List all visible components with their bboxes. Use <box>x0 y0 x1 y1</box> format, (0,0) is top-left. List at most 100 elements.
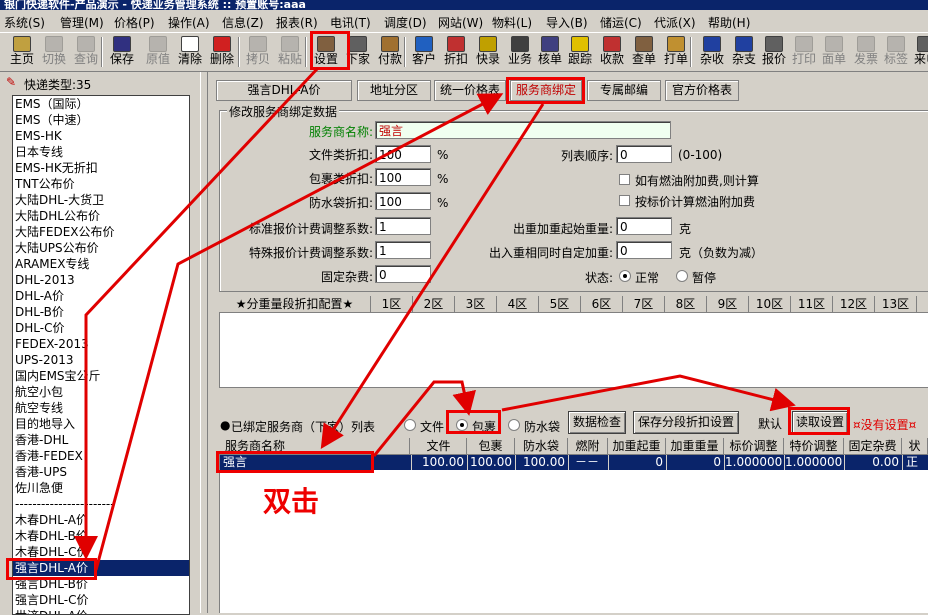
list-item[interactable]: 目的地导入 <box>15 416 75 432</box>
list-item[interactable]: DHL-B价 <box>15 304 64 320</box>
fuel-surcharge-checkbox[interactable] <box>619 174 630 185</box>
menu-item[interactable]: 调度(D) <box>384 14 427 31</box>
order-field[interactable]: 0 <box>616 145 672 163</box>
list-item[interactable]: 木春DHL-C价 <box>15 544 88 560</box>
toolbar-button-22[interactable]: 杂支 <box>730 35 758 69</box>
menu-item[interactable]: 代派(X) <box>654 14 696 31</box>
menu-item[interactable]: 电讯(T) <box>330 14 371 31</box>
bound-table[interactable] <box>219 455 928 613</box>
list-item[interactable]: 香港-UPS <box>15 464 67 480</box>
provider-name-field[interactable]: 强言 <box>375 121 671 139</box>
toolbar-button-16[interactable]: 核单 <box>536 35 564 69</box>
toolbar-button-9[interactable]: 设置 <box>312 35 340 69</box>
wp-discount-field[interactable]: 100 <box>375 192 431 210</box>
column-header[interactable]: 加重重量 <box>666 438 724 454</box>
toolbar-button-14[interactable]: 快录 <box>474 35 502 69</box>
menu-item[interactable]: 帮助(H) <box>708 14 750 31</box>
segment-discount-grid[interactable] <box>219 313 928 388</box>
list-item[interactable]: UPS-2013 <box>15 352 74 368</box>
status-pause-radio[interactable] <box>676 270 688 282</box>
column-header[interactable]: 燃附 <box>568 438 608 454</box>
spec-coef-field[interactable]: 1 <box>375 241 431 259</box>
list-item[interactable]: 佐川急便 <box>15 480 63 496</box>
status-normal-radio[interactable] <box>619 270 631 282</box>
courier-type-list[interactable]: EMS（国际） EMS（中速） EMS-HK 日本专线 EMS-HK无折扣 TNT公布价大… <box>12 95 190 615</box>
list-item[interactable]: 强言DHL-B价 <box>15 576 88 592</box>
list-item[interactable]: 强言DHL-C价 <box>15 592 88 608</box>
list-item[interactable]: EMS-HK <box>15 128 62 144</box>
list-item[interactable]: ----------------------- <box>15 496 115 512</box>
tab-current-price[interactable]: 强言DHL-A价 <box>216 80 352 101</box>
list-item[interactable]: DHL-C价 <box>15 320 64 336</box>
list-item[interactable]: 强言DHL-A价 <box>13 560 189 576</box>
menu-item[interactable]: 报表(R) <box>276 14 318 31</box>
list-item[interactable]: EMS（中速） <box>15 112 89 128</box>
column-header[interactable]: 特价调整 <box>784 438 844 454</box>
list-item[interactable]: 大陆DHL-大货卫 <box>15 192 104 208</box>
menu-item[interactable]: 导入(B) <box>546 14 588 31</box>
list-item[interactable]: 木春DHL-B价 <box>15 528 88 544</box>
list-item[interactable]: FEDEX-2013 <box>15 336 89 352</box>
toolbar-button-3[interactable]: 保存 <box>108 35 136 69</box>
toolbar-button-15[interactable]: 业务 <box>506 35 534 69</box>
menu-item[interactable]: 操作(A) <box>168 14 210 31</box>
toolbar-button-28[interactable]: 来电 <box>912 35 928 69</box>
list-item[interactable]: EMS（国际） <box>15 96 89 112</box>
toolbar-button-20[interactable]: 打单 <box>662 35 690 69</box>
column-header[interactable]: 标价调整 <box>724 438 784 454</box>
toolbar-button-5[interactable]: 清除 <box>176 35 204 69</box>
pkg-discount-field[interactable]: 100 <box>375 168 431 186</box>
column-header[interactable]: 状 <box>902 438 928 454</box>
doc-radio[interactable] <box>404 419 416 431</box>
save-segment-button[interactable]: 保存分段折扣设置 <box>633 411 739 434</box>
menu-item[interactable]: 价格(P) <box>114 14 155 31</box>
toolbar-button-17[interactable]: 跟踪 <box>566 35 594 69</box>
list-item[interactable]: DHL-A价 <box>15 288 64 304</box>
toolbar-button-18[interactable]: 收款 <box>598 35 626 69</box>
quote-fuel-checkbox[interactable] <box>619 195 630 206</box>
tab-unified-price[interactable]: 统一价格表 <box>434 80 506 101</box>
menu-item[interactable]: 管理(M) <box>60 14 104 31</box>
doc-discount-field[interactable]: 100 <box>375 145 431 163</box>
toolbar-button-10[interactable]: 下家 <box>344 35 372 69</box>
list-item[interactable]: 日本专线 <box>15 144 63 160</box>
column-header[interactable]: 固定杂费 <box>844 438 902 454</box>
toolbar-button-11[interactable]: 付款 <box>376 35 404 69</box>
default-button[interactable]: 默认 <box>758 415 782 432</box>
list-item[interactable]: 木春DHL-A价 <box>15 512 88 528</box>
list-item[interactable]: 大陆FEDEX公布价 <box>15 224 115 240</box>
menu-item[interactable]: 信息(Z) <box>222 14 264 31</box>
inout-field[interactable]: 0 <box>616 241 672 259</box>
read-settings-button[interactable]: 读取设置 <box>792 411 848 434</box>
list-item[interactable]: TNT公布价 <box>15 176 75 192</box>
outweight-field[interactable]: 0 <box>616 217 672 235</box>
tab-provider-binding[interactable]: 服务商绑定 <box>510 80 582 101</box>
column-header[interactable]: 包裹 <box>467 438 515 454</box>
list-item[interactable]: 大陆UPS公布价 <box>15 240 99 256</box>
toolbar-button-19[interactable]: 查单 <box>630 35 658 69</box>
list-item[interactable]: ARAMEX专线 <box>15 256 89 272</box>
list-item[interactable]: 航空小包 <box>15 384 63 400</box>
toolbar-button-13[interactable]: 折扣 <box>442 35 470 69</box>
list-item[interactable]: 国内EMS宝公斤 <box>15 368 101 384</box>
fixed-fee-field[interactable]: 0 <box>375 265 431 283</box>
list-item[interactable]: 香港-DHL <box>15 432 68 448</box>
menu-item[interactable]: 物料(L) <box>492 14 532 31</box>
column-header[interactable]: 文件 <box>411 438 467 454</box>
tab-official-price[interactable]: 官方价格表 <box>665 80 739 101</box>
tab-address-zone[interactable]: 地址分区 <box>357 80 431 101</box>
toolbar-button-0[interactable]: 主页 <box>8 35 36 69</box>
tab-exclusive-postcode[interactable]: 专属邮编 <box>587 80 661 101</box>
column-header[interactable]: 服务商名称 <box>219 438 410 454</box>
wp-radio[interactable] <box>508 419 520 431</box>
list-item[interactable]: 香港-FEDEX <box>15 448 83 464</box>
list-item[interactable]: EMS-HK无折扣 <box>15 160 98 176</box>
menu-item[interactable]: 储运(C) <box>600 14 642 31</box>
table-row[interactable]: 强言 100.00 100.00 100.00 －－ 0 0 1.000000 1.000000… <box>220 455 928 470</box>
toolbar-button-23[interactable]: 报价 <box>760 35 788 69</box>
toolbar-button-12[interactable]: 客户 <box>410 35 438 69</box>
data-check-button[interactable]: 数据检查 <box>568 411 626 434</box>
toolbar-button-6[interactable]: 删除 <box>208 35 236 69</box>
toolbar-button-21[interactable]: 杂收 <box>698 35 726 69</box>
list-item[interactable]: 大陆DHL公布价 <box>15 208 100 224</box>
